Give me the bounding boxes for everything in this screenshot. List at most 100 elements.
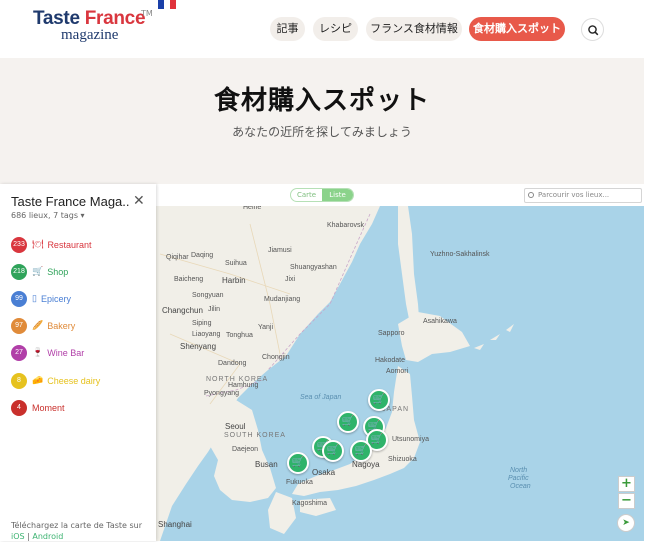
sidebar-item-bakery[interactable]: 97 🥖 Bakery xyxy=(11,317,75,334)
map-pin-shop[interactable]: 🛒 xyxy=(337,411,359,433)
map-label-daqing: Daqing xyxy=(191,252,214,259)
sidebar-meta[interactable]: 686 lieux, 7 tags ▾ xyxy=(11,211,85,220)
locate-button[interactable]: ➤ xyxy=(617,514,635,532)
count-badge: 8 xyxy=(11,372,27,389)
count-badge: 27 xyxy=(11,344,27,361)
page-subtitle: あなたの近所を探してみましょう xyxy=(232,125,412,139)
map-label-jiamusi: Jiamusi xyxy=(268,247,292,254)
page-gutter xyxy=(644,58,650,541)
map-label-yanji: Yanji xyxy=(258,324,274,331)
sidebar-item-label: Shop xyxy=(47,266,69,277)
sidebar-item-wine-bar[interactable]: 27 🍷 Wine Bar xyxy=(11,344,84,361)
nav-french-food-info[interactable]: フランス食材情報 xyxy=(366,17,462,41)
sidebar-item-epicery[interactable]: 99 ▯ Epicery xyxy=(11,290,71,307)
count-badge: 99 xyxy=(11,290,27,307)
map-label-pacific: Pacific xyxy=(508,475,529,482)
map-label-busan: Busan xyxy=(255,460,278,469)
ios-link[interactable]: iOS xyxy=(11,532,25,541)
map-pin-shop[interactable]: 🛒 xyxy=(287,452,309,474)
map-label-north: North xyxy=(510,467,528,474)
nav-recipes[interactable]: レシピ xyxy=(313,17,358,41)
map-pin-shop[interactable]: 🛒 xyxy=(322,440,344,462)
count-badge: 218 xyxy=(11,263,27,280)
view-toggle[interactable]: Carte Liste xyxy=(290,188,354,202)
count-badge: 97 xyxy=(11,317,27,334)
map-pin-shop[interactable]: 🛒 xyxy=(350,440,372,462)
map-label-jilin: Jilin xyxy=(208,306,221,313)
map-label-shizuoka: Shizuoka xyxy=(388,456,417,463)
map-pin-shop[interactable]: 🛒 xyxy=(368,389,390,411)
wine-glass-icon: 🍷 xyxy=(32,347,44,357)
map-label-aomori: Aomori xyxy=(386,368,409,375)
sidebar-item-label: Wine Bar xyxy=(47,347,85,358)
map-label-hamhung: Hamhung xyxy=(228,382,259,389)
map-label-sapporo: Sapporo xyxy=(378,330,405,337)
sidebar-item-label: Moment xyxy=(32,402,65,413)
map-label-sakhalinsk: Yuzhno-Sakhalinsk xyxy=(430,251,490,258)
map-label-mudanjiang: Mudanjiang xyxy=(264,296,301,303)
map-label-shenyang: Shenyang xyxy=(180,342,217,351)
map-label-nagoya: Nagoya xyxy=(352,460,380,469)
map-label-jixi: Jixi xyxy=(285,276,296,283)
map-label-dandong: Dandong xyxy=(218,360,247,367)
map-label-songyuan: Songyuan xyxy=(192,292,224,299)
nav-shopping-spots[interactable]: 食材購入スポット xyxy=(469,17,565,41)
toggle-list[interactable]: Liste xyxy=(322,189,353,201)
map-label-south-korea: SOUTH KOREA xyxy=(224,432,286,439)
android-link[interactable]: Android xyxy=(32,532,63,541)
nav-articles[interactable]: 記事 xyxy=(270,17,305,41)
count-badge: 233 xyxy=(11,236,27,253)
map-label-seoul: Seoul xyxy=(225,422,246,431)
sidebar-item-label: Cheese dairy xyxy=(47,375,101,386)
search-icon xyxy=(528,192,534,198)
cart-icon: 🛒 xyxy=(32,266,44,276)
site-header: Taste France TM magazine 記事 レシピ フランス食材情報… xyxy=(0,0,650,58)
zoom-out-button[interactable]: − xyxy=(618,493,635,509)
sidebar-item-moment[interactable]: 4 Moment xyxy=(11,399,65,416)
map-label-baicheng: Baicheng xyxy=(174,276,204,283)
map-label-fukuoka: Fukuoka xyxy=(286,479,313,486)
map-sidebar: Taste France Maga.. ✕ 686 lieux, 7 tags … xyxy=(0,184,156,541)
map-label-siping: Siping xyxy=(192,320,212,327)
french-flag-icon xyxy=(158,0,176,9)
hero-banner: 食材購入スポット あなたの近所を探してみましょう xyxy=(0,58,650,184)
sidebar-item-cheese-dairy[interactable]: 8 🧀 Cheese dairy xyxy=(11,372,100,389)
map-label-pyongyang: Pyongyang xyxy=(204,390,240,397)
logo-subtitle: magazine xyxy=(61,27,119,43)
sidebar-item-label: Epicery xyxy=(40,293,71,304)
baguette-icon: 🥖 xyxy=(32,320,44,330)
map-label-tonghua: Tonghua xyxy=(226,332,253,339)
map-label-asahikawa: Asahikawa xyxy=(423,318,457,325)
map-label-daejeon: Daejeon xyxy=(232,446,259,453)
app-download-text: Téléchargez la carte de Taste sur iOS | … xyxy=(11,521,143,541)
location-arrow-icon: ➤ xyxy=(622,518,630,528)
map-label-ocean: Ocean xyxy=(510,483,531,490)
map-label-chongjin: Chongjin xyxy=(262,354,290,361)
count-badge: 4 xyxy=(11,399,27,416)
map-search-input[interactable]: Parcourir vos lieux... xyxy=(524,188,642,203)
sidebar-title: Taste France Maga.. xyxy=(11,194,130,209)
sidebar-item-restaurant[interactable]: 233 🍽 Restaurant xyxy=(11,236,91,253)
sidebar-item-shop[interactable]: 218 🛒 Shop xyxy=(11,263,68,280)
map-label-qiqihar: Qiqihar xyxy=(166,254,189,261)
map-label-utsunomiya: Utsunomiya xyxy=(392,436,429,443)
zoom-in-button[interactable]: + xyxy=(618,476,635,492)
map-label-harbin: Harbin xyxy=(222,276,246,285)
cheese-icon: 🧀 xyxy=(32,375,44,385)
map-label-kagoshima: Kagoshima xyxy=(292,500,328,507)
sidebar-item-label: Restaurant xyxy=(47,239,92,250)
map-label-sea-of-japan: Sea of Japan xyxy=(300,394,342,401)
map-label-changchun: Changchun xyxy=(162,306,203,315)
map-label-khabarovsk: Khabarovsk xyxy=(327,222,364,229)
search-button[interactable] xyxy=(581,18,604,41)
close-icon[interactable]: ✕ xyxy=(133,193,145,209)
map-label-liaoyang: Liaoyang xyxy=(192,331,221,338)
page-title: 食材購入スポット xyxy=(213,86,430,116)
sidebar-item-label: Bakery xyxy=(47,320,76,331)
epicery-icon: ▯ xyxy=(32,293,37,303)
logo-trademark: TM xyxy=(141,9,153,18)
restaurant-icon: 🍽 xyxy=(32,239,44,249)
map-label-hakodate: Hakodate xyxy=(375,357,405,364)
toggle-map[interactable]: Carte xyxy=(291,189,322,201)
site-logo[interactable]: Taste France TM magazine xyxy=(33,8,163,44)
